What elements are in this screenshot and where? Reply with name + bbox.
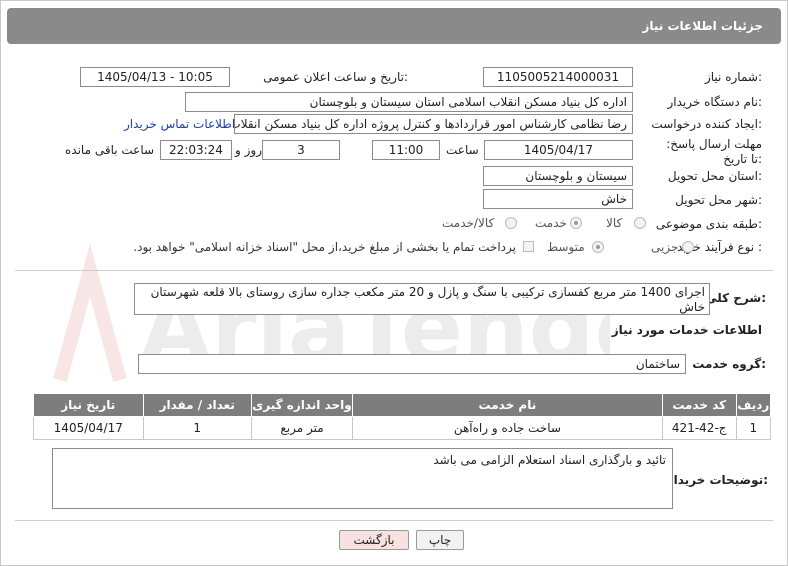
section-divider xyxy=(15,270,773,271)
treasury-payment-checkbox[interactable] xyxy=(523,241,534,252)
announce-datetime-field: 1405/04/13 - 10:05 xyxy=(80,67,230,87)
category-service-label: خدمت xyxy=(535,216,567,230)
need-number-field: 1105005214000031 xyxy=(483,67,633,87)
table-cell: 1 xyxy=(735,416,772,440)
buyer-org-label: نام دستگاه خریدار: xyxy=(667,95,763,109)
category-goods-radio[interactable] xyxy=(634,217,646,229)
column-header: کد خدمت xyxy=(661,393,737,417)
services-info-heading: اطلاعات خدمات مورد نیاز xyxy=(611,323,762,337)
table-cell: متر مربع xyxy=(250,416,354,440)
category-service-radio[interactable] xyxy=(570,217,582,229)
print-button[interactable]: چاپ xyxy=(416,530,464,550)
process-minor-radio[interactable] xyxy=(682,241,694,253)
deadline-date-field: 1405/04/17 xyxy=(484,140,633,160)
buyer-notes-label: توضیحات خریدار: xyxy=(666,473,768,487)
announce-datetime-label: تاریخ و ساعت اعلان عمومی: xyxy=(263,70,408,84)
page-title: جزئیات اطلاعات نیاز xyxy=(642,19,763,33)
table-cell: 1 xyxy=(142,416,252,440)
page-header: جزئیات اطلاعات نیاز xyxy=(7,8,781,44)
services-table: ردیف کد خدمت نام خدمت واحد اندازه گیری ت… xyxy=(33,393,772,440)
description-field: اجرای 1400 متر مربع کفسازی ترکیبی با سنگ… xyxy=(134,283,710,315)
table-row: 1 ج-42-421 ساخت جاده و راه‌آهن متر مربع … xyxy=(33,416,772,440)
time-left-label: ساعت باقی مانده xyxy=(65,143,155,157)
footer-divider xyxy=(15,520,773,521)
table-header-row: ردیف کد خدمت نام خدمت واحد اندازه گیری ت… xyxy=(33,393,772,417)
back-button[interactable]: بازگشت xyxy=(339,530,409,550)
column-header: واحد اندازه گیری xyxy=(250,393,354,417)
column-header: تعداد / مقدار xyxy=(142,393,252,417)
delivery-province-label: استان محل تحویل: xyxy=(667,169,762,183)
category-goods-label: کالا xyxy=(606,216,623,230)
delivery-province-field: سیستان و بلوچستان xyxy=(483,166,633,186)
buyer-contact-link[interactable]: اطلاعات تماس خریدار xyxy=(124,117,235,131)
delivery-city-label: شهر محل تحویل: xyxy=(675,193,762,207)
category-label: طبقه بندی موضوعی: xyxy=(655,217,762,231)
table-cell: ج-42-421 xyxy=(661,416,737,440)
process-medium-label: متوسط xyxy=(547,240,585,254)
table-cell: ساخت جاده و راه‌آهن xyxy=(352,416,663,440)
days-field: 3 xyxy=(262,140,340,160)
requester-label: ایجاد کننده درخواست: xyxy=(651,117,762,131)
deadline-time-label: ساعت xyxy=(446,143,479,157)
table-cell: 1405/04/17 xyxy=(33,416,144,440)
deadline-time-field: 11:00 xyxy=(372,140,440,160)
process-medium-radio[interactable] xyxy=(592,241,604,253)
requester-field: رضا نظامی کارشناس امور قراردادها و کنترل… xyxy=(234,114,633,134)
deadline-label: مهلت ارسال پاسخ: تا تاریخ: xyxy=(666,137,762,166)
category-goods-service-label: کالا/خدمت xyxy=(442,216,495,230)
need-number-label: شماره نیاز: xyxy=(704,70,762,84)
remaining-time-field: 22:03:24 xyxy=(160,140,232,160)
process-minor-label: جزیی xyxy=(651,240,679,254)
treasury-payment-note: پرداخت تمام یا بخشی از مبلغ خرید،از محل … xyxy=(133,240,516,254)
column-header: تاریخ نیاز xyxy=(33,393,144,417)
category-goods-service-radio[interactable] xyxy=(505,217,517,229)
service-group-label: گروه خدمت: xyxy=(692,357,766,371)
service-group-field: ساختمان xyxy=(138,354,686,374)
column-header: نام خدمت xyxy=(352,393,663,417)
column-header: ردیف xyxy=(735,393,772,417)
buyer-notes-field: تائید و بارگذاری اسناد استعلام الزامی می… xyxy=(52,448,673,509)
delivery-city-field: خاش xyxy=(483,189,633,209)
day-and-label: روز و xyxy=(235,143,262,157)
buyer-org-field: اداره کل بنیاد مسکن انقلاب اسلامی استان … xyxy=(185,92,633,112)
